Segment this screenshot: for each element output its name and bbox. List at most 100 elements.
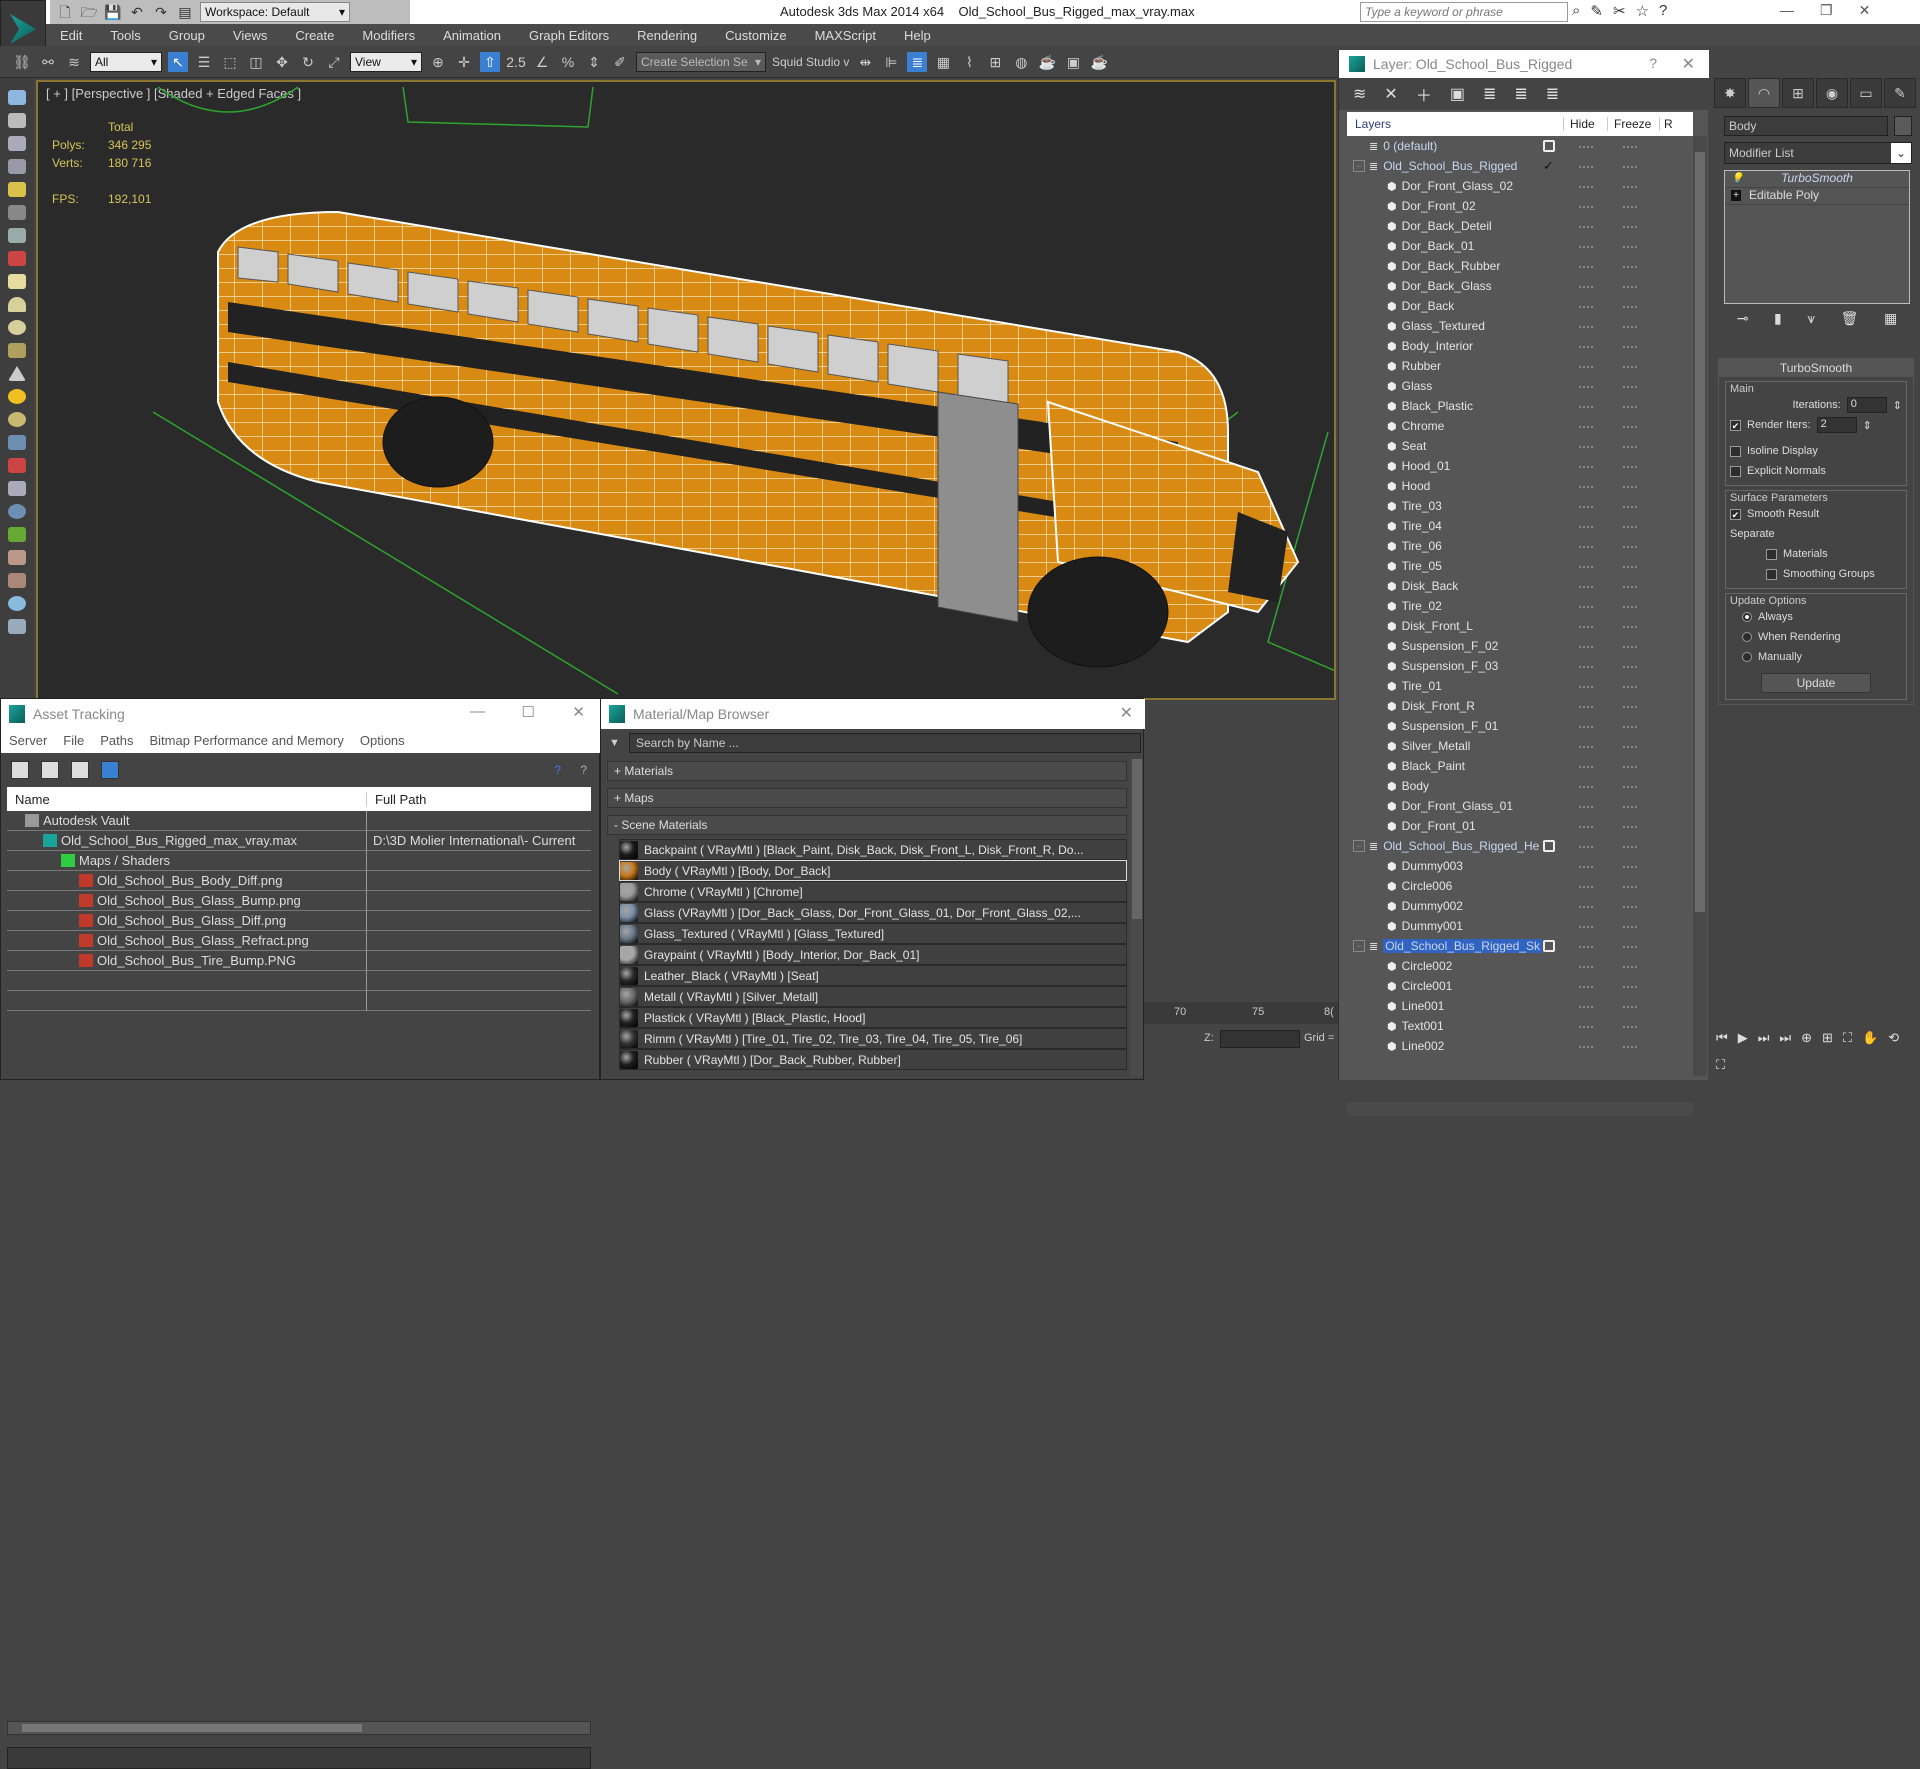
freeze-toggle[interactable] xyxy=(1623,426,1637,428)
sun-icon[interactable] xyxy=(8,389,26,404)
freeze-toggle[interactable] xyxy=(1623,726,1637,728)
object-row[interactable]: ⬢ Rubber xyxy=(1347,356,1693,376)
hide-toggle[interactable] xyxy=(1579,386,1593,388)
hide-toggle[interactable] xyxy=(1579,926,1593,928)
grass-icon[interactable] xyxy=(8,527,26,542)
spinner-arrows-icon[interactable]: ⇕ xyxy=(1863,419,1872,432)
next-frame-icon[interactable]: ⏭ xyxy=(1758,1030,1770,1047)
menu-customize[interactable]: Customize xyxy=(711,28,800,43)
column-layers[interactable]: Layers xyxy=(1347,117,1563,131)
help-button[interactable]: ? xyxy=(1649,55,1657,71)
unlink-icon[interactable]: ⚯ xyxy=(38,52,58,72)
object-row[interactable]: ⬢ Suspension_F_03 xyxy=(1347,656,1693,676)
column-render[interactable]: R xyxy=(1659,117,1679,131)
percent-snap-icon[interactable]: % xyxy=(558,52,578,72)
layer-row[interactable]: −≣0 (default) xyxy=(1347,136,1693,156)
object-row[interactable]: ⬢ Circle002 xyxy=(1347,956,1693,976)
save-icon[interactable]: 💾 xyxy=(104,4,122,20)
freeze-toggle[interactable] xyxy=(1623,146,1637,148)
object-row[interactable]: ⬢ Suspension_F_01 xyxy=(1347,716,1693,736)
menu-group[interactable]: Group xyxy=(155,28,219,43)
update-manually-radio[interactable] xyxy=(1742,652,1752,662)
vray-frame-buffer-icon[interactable] xyxy=(8,619,26,634)
freeze-toggle[interactable] xyxy=(1623,846,1637,848)
tab-display[interactable]: ▭ xyxy=(1850,78,1882,108)
align-icon[interactable]: ⊫ xyxy=(881,52,901,72)
material-item[interactable]: Glass_Textured ( VRayMtl ) [Glass_Textur… xyxy=(619,923,1127,944)
stack-item-turbosmooth[interactable]: 💡 TurboSmooth xyxy=(1725,171,1909,188)
collapse-icon[interactable]: − xyxy=(1353,160,1365,172)
freeze-toggle[interactable] xyxy=(1623,506,1637,508)
menu-maxscript[interactable]: MAXScript xyxy=(801,28,890,43)
render-iters-spinner[interactable]: 2 xyxy=(1816,417,1857,433)
play-icon[interactable]: ▶ xyxy=(1738,1030,1748,1047)
curve-editor-icon[interactable]: ⌇ xyxy=(959,52,979,72)
material-item[interactable]: Chrome ( VRayMtl ) [Chrome] xyxy=(619,881,1127,902)
ies-light-icon[interactable] xyxy=(8,343,26,358)
object-row[interactable]: ⬢ Circle001 xyxy=(1347,976,1693,996)
object-row[interactable]: ⬢ Dor_Front_01 xyxy=(1347,816,1693,836)
sphere-light-icon[interactable] xyxy=(8,320,26,335)
asset-row[interactable]: Old_School_Bus_Tire_Bump.PNG xyxy=(7,950,591,971)
render-setup-icon[interactable]: ☕ xyxy=(1037,52,1057,72)
hide-toggle[interactable] xyxy=(1579,766,1593,768)
molecule-icon[interactable] xyxy=(8,458,26,473)
mirror-icon[interactable]: ⇹ xyxy=(855,52,875,72)
asset-row[interactable]: Old_School_Bus_Glass_Refract.png xyxy=(7,930,591,951)
tab-motion[interactable]: ◉ xyxy=(1816,78,1848,108)
freeze-toggle[interactable] xyxy=(1623,986,1637,988)
layer-row[interactable]: − ≣ Old_School_Bus_Rigged ✓ xyxy=(1347,156,1693,176)
edit-named-selection-icon[interactable]: ✐ xyxy=(610,52,630,72)
material-item[interactable]: Rubber ( VRayMtl ) [Dor_Back_Rubber, Rub… xyxy=(619,1049,1127,1070)
menu-graph-editors[interactable]: Graph Editors xyxy=(515,28,623,43)
rollout-title[interactable]: TurboSmooth xyxy=(1719,359,1913,377)
material-item[interactable]: Backpaint ( VRayMtl ) [Black_Paint, Disk… xyxy=(619,839,1127,860)
material-item[interactable]: Glass (VRayMtl ) [Dor_Back_Glass, Dor_Fr… xyxy=(619,902,1127,923)
pan-icon[interactable]: ✋ xyxy=(1862,1030,1878,1047)
object-row[interactable]: ⬢ Glass_Textured xyxy=(1347,316,1693,336)
pivot-center-icon[interactable]: ⊕ xyxy=(428,52,448,72)
hide-toggle[interactable] xyxy=(1579,166,1593,168)
browser-options-icon[interactable]: ▼ xyxy=(609,737,620,749)
redo-icon[interactable]: ↷ xyxy=(152,4,170,20)
z-coordinate-field[interactable] xyxy=(1220,1030,1300,1048)
menu-help[interactable]: Help xyxy=(890,28,945,43)
new-layer-icon[interactable]: ≋ xyxy=(1353,84,1366,104)
freeze-toggle[interactable] xyxy=(1623,1046,1637,1048)
current-layer-toggle[interactable] xyxy=(1543,940,1555,952)
freeze-toggle[interactable] xyxy=(1623,966,1637,968)
scrollbar-thumb[interactable] xyxy=(1695,152,1705,912)
update-always-radio[interactable] xyxy=(1742,612,1752,622)
material-item[interactable]: Plastick ( VRayMtl ) [Black_Plastic, Hoo… xyxy=(619,1007,1127,1028)
hide-toggle[interactable] xyxy=(1579,786,1593,788)
menu-rendering[interactable]: Rendering xyxy=(623,28,711,43)
menu-paths[interactable]: Paths xyxy=(100,733,133,749)
orbit-icon[interactable]: ⟲ xyxy=(1888,1030,1899,1047)
object-name-field[interactable]: Body xyxy=(1724,116,1888,136)
freeze-toggle[interactable] xyxy=(1623,866,1637,868)
tab-create[interactable]: ✸ xyxy=(1714,78,1746,108)
object-row[interactable]: ⬢ Tire_03 xyxy=(1347,496,1693,516)
smooth-result-checkbox[interactable]: ✔ xyxy=(1730,508,1741,520)
layer-vertical-scrollbar[interactable] xyxy=(1693,136,1707,1076)
minimize-button[interactable]: — xyxy=(1780,2,1794,19)
reference-coord-dropdown[interactable]: View ▾ xyxy=(350,51,422,72)
hide-toggle[interactable] xyxy=(1579,606,1593,608)
hide-toggle[interactable] xyxy=(1579,346,1593,348)
object-row[interactable]: ⬢ Dummy002 xyxy=(1347,896,1693,916)
perspective-viewport[interactable]: [ + ] [Perspective ] [Shaded + Edged Fac… xyxy=(36,80,1336,700)
lightbulb-icon[interactable]: 💡 xyxy=(1731,173,1743,184)
hide-toggle[interactable] xyxy=(1579,466,1593,468)
camera-record-icon[interactable] xyxy=(8,251,26,266)
material-search-input[interactable]: Search by Name ... xyxy=(629,733,1141,753)
asset-row[interactable]: Maps / Shaders xyxy=(7,850,591,871)
angle-snap-icon[interactable]: ∠ xyxy=(532,52,552,72)
graphite-toolbox-icon[interactable]: ▦ xyxy=(933,52,953,72)
show-end-result-icon[interactable]: ▮ xyxy=(1774,310,1782,327)
object-row[interactable]: ⬢ Hood_01 xyxy=(1347,456,1693,476)
fur-icon[interactable] xyxy=(8,550,26,565)
list-window-icon[interactable] xyxy=(8,136,26,151)
refresh-icon[interactable] xyxy=(11,761,29,779)
object-color-swatch[interactable] xyxy=(1894,116,1912,136)
hide-toggle[interactable] xyxy=(1579,686,1593,688)
